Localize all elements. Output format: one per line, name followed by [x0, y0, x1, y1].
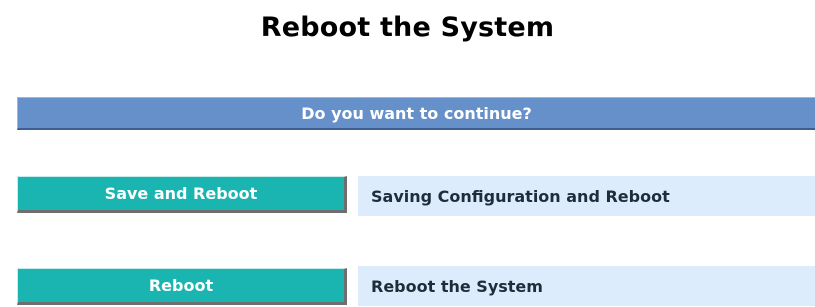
confirm-prompt-text: Do you want to continue?	[301, 103, 532, 123]
page-title: Reboot the System	[260, 12, 555, 43]
reboot-page: Reboot the System Do you want to continu…	[0, 0, 815, 307]
save-and-reboot-button[interactable]: Save and Reboot	[17, 176, 347, 213]
reboot-description: Reboot the System	[358, 266, 815, 306]
save-and-reboot-description: Saving Configuration and Reboot	[358, 176, 815, 216]
confirm-prompt-bar: Do you want to continue?	[17, 97, 815, 130]
reboot-button[interactable]: Reboot	[17, 268, 347, 305]
